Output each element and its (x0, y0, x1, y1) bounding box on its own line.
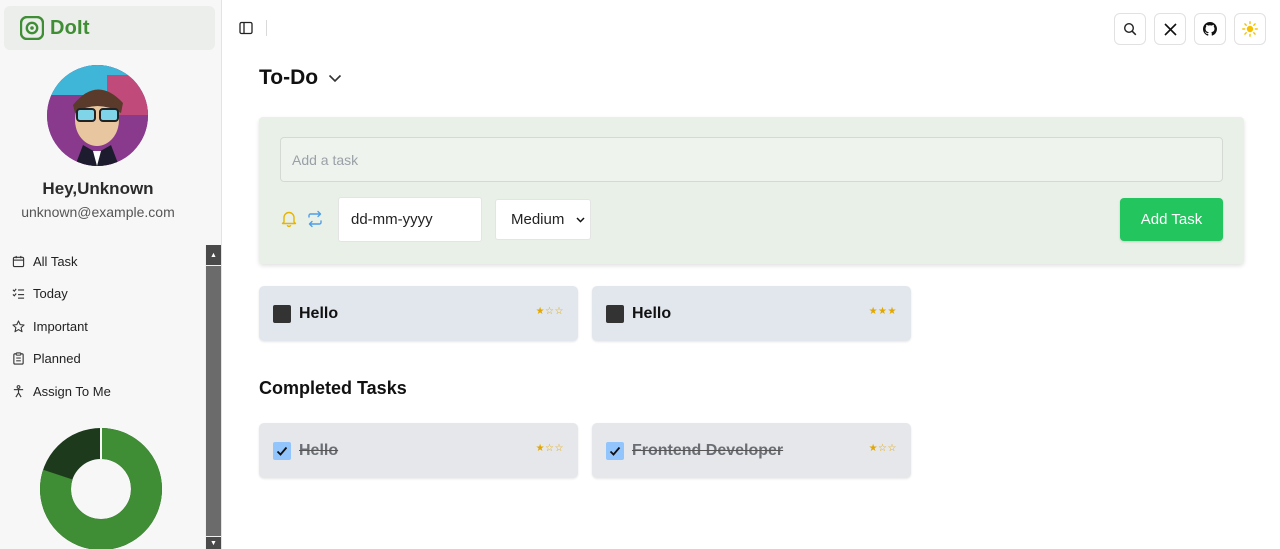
scroll-up-arrow-icon[interactable]: ▲ (206, 245, 221, 265)
sidebar-item-important[interactable]: Important (0, 310, 204, 343)
chevron-down-icon (576, 216, 585, 223)
sidebar: DoIt Hey,Unknown unknown@example.com All… (0, 0, 222, 549)
list-check-icon (12, 288, 25, 299)
sidebar-item-label: All Task (33, 253, 78, 269)
brand[interactable]: DoIt (4, 6, 215, 50)
sidebar-item-label: Assign To Me (33, 383, 111, 399)
sidebar-item-planned[interactable]: Planned (0, 343, 204, 376)
topbar-actions (1114, 13, 1266, 45)
chevron-down-icon (329, 74, 342, 82)
sidebar-item-label: Today (33, 286, 68, 302)
task-title: Hello (299, 441, 339, 459)
add-task-button[interactable]: Add Task (1120, 198, 1223, 241)
avatar[interactable] (47, 65, 148, 166)
sidebar-item-assign-to-me[interactable]: Assign To Me (0, 375, 204, 408)
topbar-divider (266, 20, 267, 36)
sidebar-scrollbar[interactable]: ▲ ▼ (205, 245, 221, 549)
check-icon (276, 446, 288, 456)
sun-icon (1242, 21, 1258, 37)
due-date-input[interactable]: dd-mm-yyyy (338, 197, 482, 242)
sidebar-item-label: Planned (33, 351, 81, 367)
reminder-bell-icon[interactable] (281, 210, 297, 228)
task-checkbox[interactable] (273, 304, 291, 323)
x-logo-icon (1163, 22, 1177, 36)
add-task-input[interactable] (280, 137, 1223, 182)
task-priority-stars: ★☆☆ (868, 443, 897, 454)
task-priority-stars: ★☆☆ (535, 306, 564, 317)
scroll-thumb[interactable] (206, 266, 221, 536)
task-stats-donut-chart (40, 427, 162, 549)
task-composer: dd-mm-yyyy Medium Add Task (259, 117, 1244, 264)
doit-logo-icon (20, 16, 44, 40)
star-icon (12, 320, 25, 332)
priority-select[interactable]: Medium (495, 199, 591, 240)
profile-greeting: Hey,Unknown (42, 179, 154, 198)
theme-toggle-button[interactable] (1234, 13, 1266, 45)
task-checkbox[interactable] (606, 441, 624, 460)
clipboard-icon (13, 352, 24, 365)
x-twitter-button[interactable] (1154, 13, 1186, 45)
github-icon (1203, 22, 1217, 36)
completed-section-title: Completed Tasks (259, 378, 407, 398)
completed-task-card[interactable]: Frontend Developer ★☆☆ (592, 423, 911, 478)
calendar-icon (12, 255, 25, 267)
task-priority-stars: ★☆☆ (535, 443, 564, 454)
task-title: Hello (299, 304, 339, 322)
priority-select-value: Medium (511, 211, 565, 228)
task-card[interactable]: Hello ★★★ (592, 286, 911, 341)
search-icon (1123, 22, 1137, 36)
panel-left-icon (239, 21, 253, 35)
brand-name: DoIt (50, 16, 90, 39)
list-selector[interactable]: To-Do (259, 66, 342, 90)
task-title: Frontend Developer (632, 441, 784, 459)
sidebar-item-label: Important (33, 318, 88, 334)
sidebar-item-all-task[interactable]: All Task (0, 245, 204, 278)
github-button[interactable] (1194, 13, 1226, 45)
scroll-down-arrow-icon[interactable]: ▼ (206, 537, 221, 549)
page-title: To-Do (259, 66, 319, 89)
search-button[interactable] (1114, 13, 1146, 45)
task-checkbox[interactable] (273, 441, 291, 460)
task-checkbox[interactable] (606, 304, 624, 323)
completed-task-card[interactable]: Hello ★☆☆ (259, 423, 578, 478)
person-icon (13, 384, 24, 398)
sidebar-nav: All Task Today Important Planned Assign … (0, 245, 204, 408)
task-card[interactable]: Hello ★☆☆ (259, 286, 578, 341)
check-icon (609, 446, 621, 456)
sidebar-item-today[interactable]: Today (0, 278, 204, 311)
profile-email: unknown@example.com (21, 204, 175, 220)
avatar-image (47, 65, 148, 166)
task-priority-stars: ★★★ (868, 306, 897, 317)
task-title: Hello (632, 304, 672, 322)
repeat-icon[interactable] (306, 210, 324, 228)
sidebar-toggle-button[interactable] (237, 19, 255, 37)
